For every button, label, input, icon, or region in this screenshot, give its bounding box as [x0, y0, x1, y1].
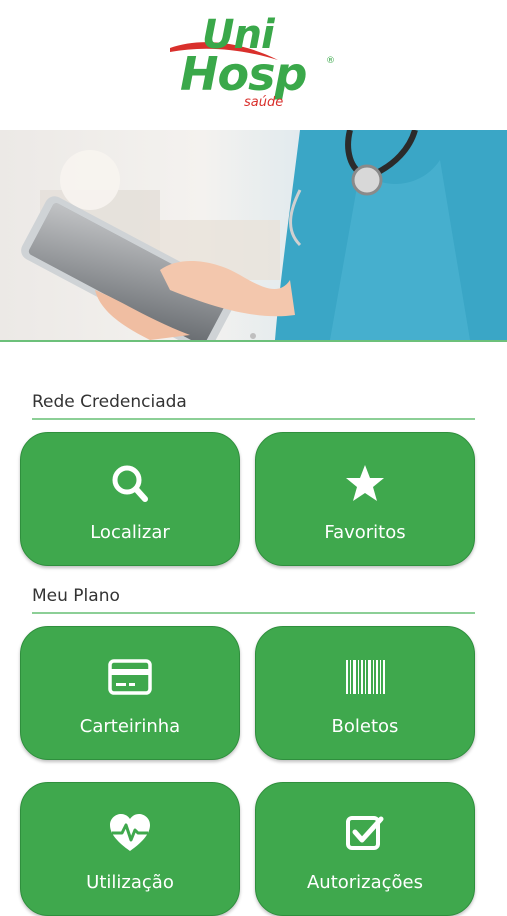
- autorizacoes-button[interactable]: Autorizações: [255, 782, 475, 916]
- boletos-label: Boletos: [331, 716, 399, 737]
- localizar-button[interactable]: Localizar: [20, 432, 240, 566]
- unihosp-logo: Uni Hosp ® saúde: [168, 10, 343, 118]
- checkbox-icon: [346, 816, 384, 850]
- section-title-rede-credenciada: Rede Credenciada: [32, 392, 187, 412]
- utilizacao-label: Utilização: [86, 872, 174, 893]
- favoritos-label: Favoritos: [324, 522, 406, 543]
- banner-image[interactable]: [0, 130, 507, 340]
- barcode-icon: [346, 660, 385, 694]
- heartbeat-icon: [110, 814, 150, 851]
- star-icon: [346, 465, 384, 501]
- logo-tagline: saúde: [244, 95, 284, 110]
- section-title-meu-plano: Meu Plano: [32, 586, 120, 606]
- logo-registered-mark: ®: [326, 56, 335, 66]
- carteirinha-button[interactable]: Carteirinha: [20, 626, 240, 760]
- card-icon: [108, 659, 152, 695]
- search-icon: [112, 465, 148, 502]
- nurse-tablet-photo: [21, 130, 507, 340]
- favoritos-button[interactable]: Favoritos: [255, 432, 475, 566]
- boletos-button[interactable]: Boletos: [255, 626, 475, 760]
- autorizacoes-label: Autorizações: [306, 872, 424, 893]
- app-header: Uni Hosp ® saúde: [0, 0, 507, 130]
- banner-bottom-line: [0, 340, 507, 342]
- carousel-dot[interactable]: [250, 333, 256, 339]
- carteirinha-label: Carteirinha: [79, 716, 181, 737]
- section-divider: [32, 612, 475, 614]
- section-divider: [32, 418, 475, 420]
- utilizacao-button[interactable]: Utilização: [20, 782, 240, 916]
- localizar-label: Localizar: [90, 522, 170, 543]
- logo-text-hosp: Hosp: [180, 47, 307, 101]
